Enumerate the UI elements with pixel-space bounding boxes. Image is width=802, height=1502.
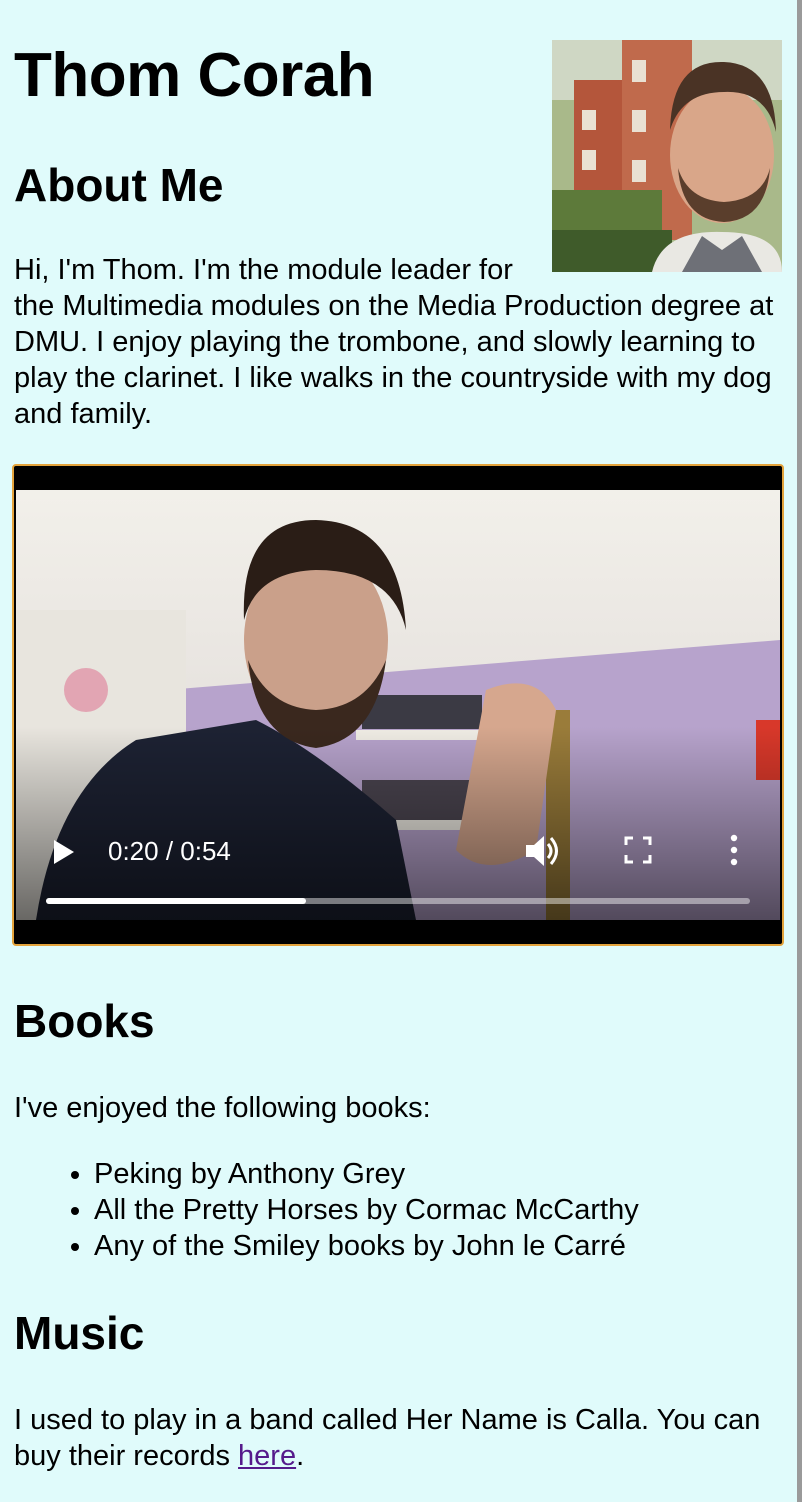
list-item: Any of the Smiley books by John le Carré — [94, 1228, 639, 1264]
music-heading: Music — [14, 1307, 145, 1359]
window-edge — [797, 0, 802, 1502]
volume-icon[interactable] — [524, 834, 560, 868]
profile-photo — [552, 40, 782, 272]
about-paragraph: Hi, I'm Thom. I'm the module leader for … — [14, 254, 774, 430]
more-vertical-icon[interactable] — [728, 834, 740, 866]
books-list: Peking by Anthony Grey All the Pretty Ho… — [14, 1156, 639, 1264]
books-intro: I've enjoyed the following books: — [14, 1092, 431, 1124]
music-text-after: . — [296, 1440, 305, 1472]
video-progress-bar[interactable] — [46, 898, 750, 904]
play-icon[interactable] — [50, 838, 76, 866]
music-text: I used to play in a band called Her Name… — [14, 1402, 784, 1474]
video-controls: 0:20 / 0:54 — [14, 808, 782, 908]
music-text-before: I used to play in a band called Her Name… — [14, 1404, 761, 1472]
list-item: Peking by Anthony Grey — [94, 1156, 639, 1192]
video-progress-fill — [46, 898, 307, 904]
books-heading: Books — [14, 995, 155, 1047]
list-item: All the Pretty Horses by Cormac McCarthy — [94, 1192, 639, 1228]
page-title: Thom Corah — [14, 41, 375, 110]
video-player[interactable]: 0:20 / 0:54 — [12, 464, 784, 946]
about-heading: About Me — [14, 159, 224, 211]
fullscreen-icon[interactable] — [624, 836, 652, 864]
about-text: Hi, I'm Thom. I'm the module leader for … — [14, 252, 774, 432]
records-link[interactable]: here — [238, 1440, 296, 1472]
video-time: 0:20 / 0:54 — [108, 836, 231, 866]
